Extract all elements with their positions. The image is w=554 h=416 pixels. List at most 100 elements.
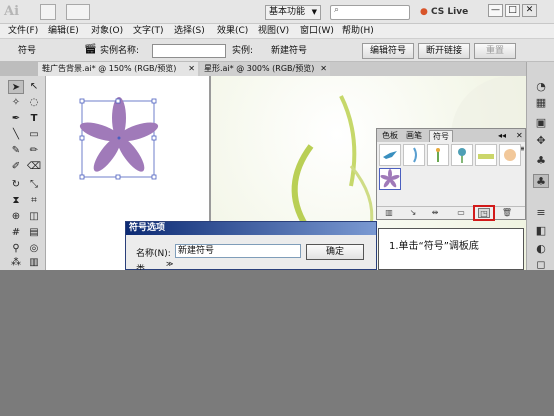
type-dropdown-icon[interactable]: ≫ bbox=[166, 260, 173, 268]
search-input[interactable]: ⌕ bbox=[330, 5, 410, 20]
eyedropper-tool-icon[interactable]: ⚲ bbox=[8, 242, 24, 256]
ok-button[interactable]: 确定 bbox=[306, 244, 364, 260]
symbol-swatch-grass[interactable] bbox=[475, 144, 497, 166]
cs-live-icon: ● bbox=[420, 7, 428, 17]
break-link-button[interactable]: 断开链接 bbox=[418, 43, 470, 59]
color-panel-icon[interactable]: ◔ bbox=[533, 80, 549, 94]
close-icon[interactable]: ✕ bbox=[513, 130, 526, 142]
symbol-options-dialog: 符号选项 名称(N): 新建符号 类 ≫ 确定 bbox=[125, 221, 377, 275]
brushes-panel-icon[interactable]: ✥ bbox=[533, 134, 549, 148]
chevron-down-icon: ▼ bbox=[311, 8, 317, 16]
menu-help[interactable]: 帮助(H) bbox=[342, 24, 374, 38]
cs-live-label: CS Live bbox=[431, 7, 469, 17]
instance-of-label: 实例: bbox=[232, 46, 254, 56]
blend-tool-icon[interactable]: ◎ bbox=[26, 242, 42, 256]
eraser-tool-icon[interactable]: ⌫ bbox=[26, 160, 42, 174]
symbol-name-input[interactable]: 新建符号 bbox=[175, 244, 301, 258]
movie-clip-icon: 🎬︎ bbox=[84, 44, 97, 55]
menu-object[interactable]: 对象(O) bbox=[91, 24, 123, 38]
break-link-icon[interactable]: ⇹ bbox=[429, 208, 441, 218]
symbol-sprayer-tool-icon[interactable]: ⁂ bbox=[8, 256, 24, 270]
workspace-switcher[interactable]: 基本功能 ▼ bbox=[265, 5, 321, 20]
graphic-styles-icon[interactable]: ♣ bbox=[533, 154, 549, 168]
arrange-documents-button[interactable] bbox=[66, 4, 90, 20]
app-logo: Ai bbox=[4, 4, 20, 19]
shape-builder-tool-icon[interactable]: ⊕ bbox=[8, 210, 24, 224]
menu-select[interactable]: 选择(S) bbox=[174, 24, 205, 38]
gradient-tool-icon[interactable]: ▤ bbox=[26, 226, 42, 240]
rectangle-tool-icon[interactable]: ▭ bbox=[26, 128, 42, 142]
menu-effect[interactable]: 效果(C) bbox=[217, 24, 248, 38]
gradient-panel-icon[interactable]: ◧ bbox=[533, 224, 549, 238]
gray-overlay bbox=[0, 270, 554, 416]
tab-label: 鞋广告背景.ai* @ 150% (RGB/预览) bbox=[42, 64, 177, 73]
cs-live-button[interactable]: ● CS Live bbox=[420, 3, 468, 21]
delete-symbol-icon[interactable]: 🗑︎ bbox=[501, 208, 513, 218]
tab-swatches[interactable]: 色板 bbox=[379, 130, 401, 142]
stroke-panel-icon[interactable]: ≡ bbox=[533, 206, 549, 220]
menu-file[interactable]: 文件(F) bbox=[8, 24, 38, 38]
menu-view[interactable]: 视图(V) bbox=[258, 24, 289, 38]
close-icon[interactable]: ✕ bbox=[188, 62, 195, 76]
reset-button[interactable]: 重置 bbox=[474, 43, 516, 59]
symbol-type-label: 符号 bbox=[18, 46, 37, 56]
magic-wand-tool-icon[interactable]: ✧ bbox=[8, 96, 24, 110]
width-tool-icon[interactable]: ⧗ bbox=[8, 194, 24, 208]
menu-window[interactable]: 窗口(W) bbox=[300, 24, 334, 38]
symbol-libraries-icon[interactable]: ▥ bbox=[383, 208, 395, 218]
close-window-button[interactable]: ✕ bbox=[522, 4, 537, 17]
direct-selection-tool-icon[interactable]: ↖ bbox=[26, 80, 42, 94]
paintbrush-tool-icon[interactable]: ✎ bbox=[8, 144, 24, 158]
symbol-swatch-sprout[interactable] bbox=[427, 144, 449, 166]
swatches-panel-icon[interactable]: ▣ bbox=[533, 116, 549, 130]
pen-tool-icon[interactable]: ✒ bbox=[8, 112, 24, 126]
tab-brushes[interactable]: 画笔 bbox=[403, 130, 425, 142]
place-symbol-icon[interactable]: ↘ bbox=[407, 208, 419, 218]
menu-type[interactable]: 文字(T) bbox=[133, 24, 164, 38]
document-tab-bar: 鞋广告背景.ai* @ 150% (RGB/预览) ✕ 星形.ai* @ 300… bbox=[38, 62, 526, 76]
tab-symbols[interactable]: 符号 bbox=[429, 130, 453, 142]
rotate-tool-icon[interactable]: ↻ bbox=[8, 178, 24, 192]
column-graph-tool-icon[interactable]: ▥ bbox=[26, 256, 42, 270]
free-transform-tool-icon[interactable]: ⌗ bbox=[26, 194, 42, 208]
symbols-panel-icon[interactable]: ♣ bbox=[533, 174, 549, 188]
transparency-panel-icon[interactable]: ◐ bbox=[533, 242, 549, 256]
tools-panel-header[interactable] bbox=[0, 62, 38, 76]
line-tool-icon[interactable]: ╲ bbox=[8, 128, 24, 142]
maximize-button[interactable]: □ bbox=[505, 4, 520, 17]
tab-label: 星形.ai* @ 300% (RGB/预览) bbox=[204, 64, 315, 73]
edit-symbol-button[interactable]: 编辑符号 bbox=[362, 43, 414, 59]
instruction-callout: 1.单击“符号”调板底 bbox=[378, 228, 524, 270]
selection-tool-icon[interactable]: ➤ bbox=[8, 80, 24, 94]
panel-divider bbox=[377, 206, 525, 207]
minimize-button[interactable]: — bbox=[488, 4, 503, 17]
callout-text: 1.单击“符号”调板底 bbox=[389, 241, 479, 252]
tab-shoe-ad[interactable]: 鞋广告背景.ai* @ 150% (RGB/预览) ✕ bbox=[38, 62, 198, 76]
scale-tool-icon[interactable]: ⤡ bbox=[26, 178, 42, 192]
mesh-tool-icon[interactable]: # bbox=[8, 226, 24, 240]
name-label: 名称(N): bbox=[136, 249, 171, 259]
symbol-options-icon[interactable]: ▭ bbox=[455, 208, 467, 218]
symbol-swatch-new-symbol[interactable] bbox=[379, 168, 401, 190]
blob-brush-tool-icon[interactable]: ✐ bbox=[8, 160, 24, 174]
menu-edit[interactable]: 编辑(E) bbox=[48, 24, 79, 38]
color-guide-icon[interactable]: ▦ bbox=[533, 96, 549, 110]
symbol-swatch-blossom[interactable] bbox=[499, 144, 521, 166]
symbol-swatch-ribbon[interactable] bbox=[403, 144, 425, 166]
flower-symbol bbox=[79, 97, 159, 172]
perspective-grid-tool-icon[interactable]: ◫ bbox=[26, 210, 42, 224]
bridge-button[interactable] bbox=[40, 4, 56, 20]
type-tool-icon[interactable]: T bbox=[26, 112, 42, 126]
close-icon[interactable]: ✕ bbox=[320, 62, 327, 76]
tab-star[interactable]: 星形.ai* @ 300% (RGB/预览) ✕ bbox=[200, 62, 330, 76]
right-panel-dock: ◔ ▦ ▣ ✥ ♣ ♣ ≡ ◧ ◐ ◻ bbox=[526, 62, 554, 271]
instance-name-input[interactable] bbox=[152, 44, 226, 58]
new-symbol-icon[interactable]: ◳ bbox=[478, 208, 490, 218]
tools-panel: ➤ ↖ ✧ ◌ ✒ T ╲ ▭ ✎ ✏ ✐ ⌫ ↻ ⤡ ⧗ ⌗ ⊕ ◫ # ▤ … bbox=[0, 76, 46, 270]
instance-of-value: 新建符号 bbox=[271, 46, 308, 56]
pencil-tool-icon[interactable]: ✏ bbox=[26, 144, 42, 158]
symbol-swatch-flower-stem[interactable] bbox=[451, 144, 473, 166]
collapse-icon[interactable]: ◂◂ bbox=[495, 130, 509, 142]
symbol-swatch-bird[interactable] bbox=[379, 144, 401, 166]
lasso-tool-icon[interactable]: ◌ bbox=[26, 96, 42, 110]
